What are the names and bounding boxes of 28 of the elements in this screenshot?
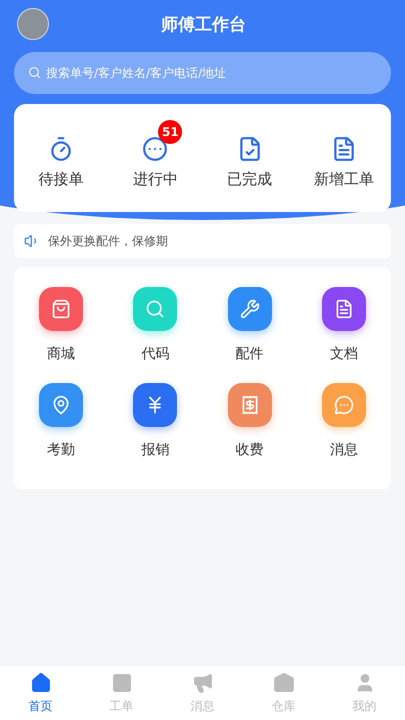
count-badge: 51 [158,120,182,144]
receipt-icon [240,395,260,415]
bag-icon [51,299,72,319]
app-item[interactable]: 消息 [296,383,391,459]
app-item[interactable]: 报销 [108,383,202,459]
status-item[interactable]: 新增工单 [296,120,391,188]
app-item[interactable]: 文档 [296,287,391,363]
app-item[interactable]: 商城 [14,287,108,363]
wrench-icon [240,299,260,319]
search-icon [145,299,166,319]
search-field[interactable]: 搜索单号/客户姓名/客户电话/地址 [14,52,391,94]
status-item[interactable]: 待接单 [14,120,108,188]
home-icon [30,672,52,694]
megaphone-icon [192,672,214,694]
notice-text: 保外更换配件，保修期 [48,232,168,250]
search-icon [28,66,41,79]
app-item[interactable]: 收费 [202,383,297,459]
ellipsis-circle-icon [142,136,168,162]
tab[interactable]: 首页 [0,666,81,720]
app-item[interactable]: 代码 [108,287,202,363]
document-icon [334,299,354,319]
app-item[interactable]: 考勤 [14,383,108,459]
page-title: 师傅工作台 [160,14,247,36]
chat-bubble-icon [334,395,354,415]
app-item[interactable]: 配件 [202,287,297,363]
status-item[interactable]: 已完成 [202,120,297,188]
status-item[interactable]: 51 进行中 [108,120,202,188]
warehouse-icon [272,672,294,694]
